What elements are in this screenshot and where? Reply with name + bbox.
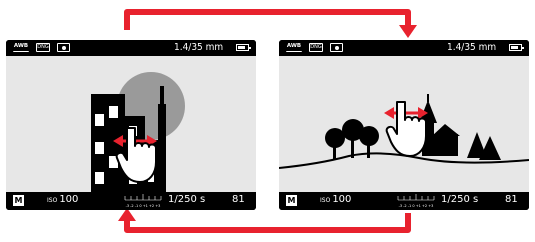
exposure-scale-text: -3 -2 -1 0 +1 +2 +3 (399, 204, 434, 208)
iso-label: ISO (320, 197, 331, 204)
top-arrow (124, 9, 417, 38)
shot-count: 81 (232, 194, 245, 205)
display-screen-left: AWB DNG 1.4/35 mm M ISO 100 -3 -2 -1 0 +… (6, 40, 256, 210)
dng-icon: DNG (36, 43, 50, 52)
iso-value: 100 (59, 194, 79, 205)
bottom-status-bar: M ISO 100 -3 -2 -1 0 +1 +2 +3 1/250 s 81 (279, 192, 529, 210)
exposure-scale-icon: -3 -2 -1 0 +1 +2 +3 (397, 194, 435, 208)
city-scene (6, 56, 256, 192)
white-balance-icon: AWB (286, 43, 302, 52)
lens-info: 1.4/35 mm (174, 42, 224, 53)
metering-icon (57, 43, 70, 52)
top-status-bar: AWB DNG 1.4/35 mm (279, 40, 529, 56)
exposure-mode: M (286, 195, 297, 206)
iso-readout: ISO 100 (320, 194, 351, 205)
shutter-speed: 1/250 s (441, 194, 479, 205)
lens-info: 1.4/35 mm (447, 42, 497, 53)
display-screen-right: AWB DNG 1.4/35 mm M ISO 100 -3 -2 -1 0 +… (279, 40, 529, 210)
battery-icon (236, 44, 251, 51)
landscape-scene (279, 56, 529, 192)
iso-label: ISO (47, 197, 58, 204)
bottom-arrow (118, 208, 411, 233)
shot-count: 81 (505, 194, 518, 205)
exposure-scale-icon: -3 -2 -1 0 +1 +2 +3 (124, 194, 162, 208)
dng-icon: DNG (309, 43, 323, 52)
top-status-bar: AWB DNG 1.4/35 mm (6, 40, 256, 56)
shutter-speed: 1/250 s (168, 194, 206, 205)
iso-readout: ISO 100 (47, 194, 78, 205)
battery-icon (509, 44, 524, 51)
exposure-scale-text: -3 -2 -1 0 +1 +2 +3 (126, 204, 161, 208)
metering-icon (330, 43, 343, 52)
exposure-mode: M (13, 195, 24, 206)
bottom-status-bar: M ISO 100 -3 -2 -1 0 +1 +2 +3 1/250 s 81 (6, 192, 256, 210)
iso-value: 100 (332, 194, 352, 205)
white-balance-icon: AWB (13, 43, 29, 52)
